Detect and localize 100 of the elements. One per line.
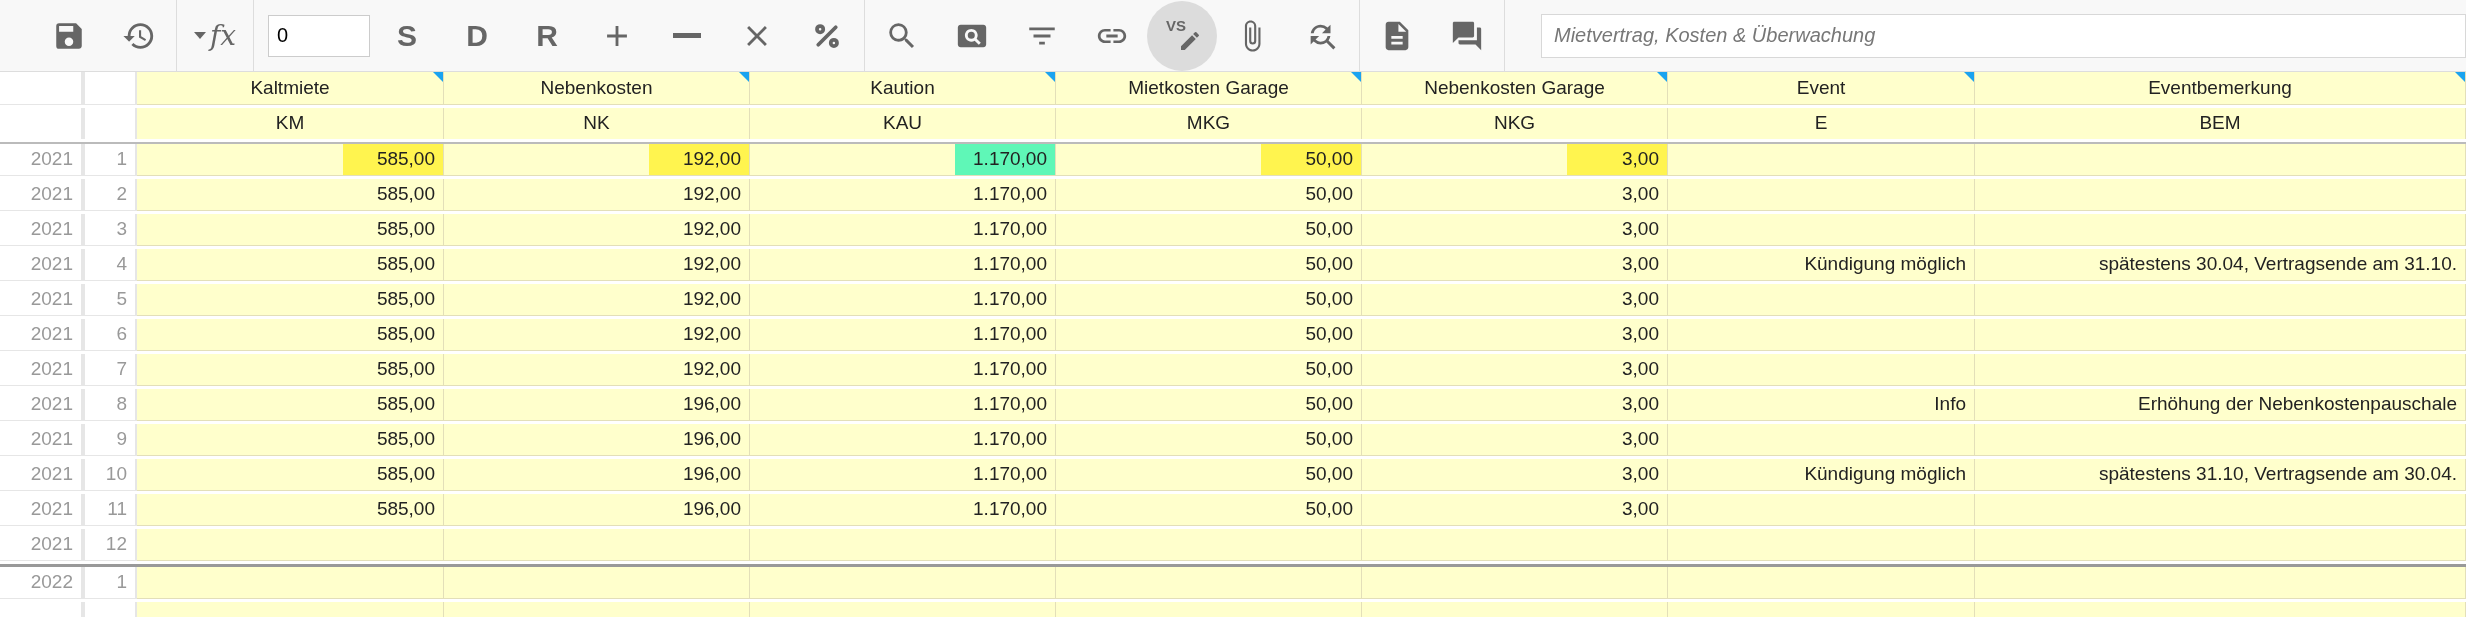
- table-cell[interactable]: 1.170,00: [750, 319, 1056, 352]
- table-cell[interactable]: 1.170,00: [750, 284, 1056, 317]
- table-cell[interactable]: 1.170,00: [750, 249, 1056, 282]
- table-cell[interactable]: 585,00: [137, 249, 444, 282]
- table-cell[interactable]: spätestens 30.04, Vertragsende am 31.10.: [1975, 249, 2466, 282]
- table-cell[interactable]: 50,00: [1056, 319, 1362, 352]
- search-field[interactable]: Mietvertrag, Kosten & Überwachung: [1541, 13, 2466, 58]
- table-cell[interactable]: 585,00: [137, 144, 444, 177]
- table-cell[interactable]: 3,00: [1362, 319, 1668, 352]
- table-cell[interactable]: 1.170,00: [750, 144, 1056, 177]
- formula-button[interactable]: fx: [179, 0, 251, 72]
- minus-icon: [673, 33, 701, 38]
- table-cell[interactable]: 192,00: [444, 249, 750, 282]
- table-cell[interactable]: 196,00: [444, 494, 750, 527]
- table-cell[interactable]: Info: [1668, 389, 1975, 422]
- letter-button[interactable]: R: [512, 0, 582, 72]
- table-cell[interactable]: 3,00: [1362, 284, 1668, 317]
- column-code: NKG: [1362, 108, 1668, 140]
- column-code: MKG: [1056, 108, 1362, 140]
- table-cell[interactable]: 192,00: [444, 214, 750, 247]
- table-cell[interactable]: 1.170,00: [750, 494, 1056, 527]
- column-code: BEM: [1975, 108, 2466, 140]
- table-cell[interactable]: 50,00: [1056, 389, 1362, 422]
- column-header[interactable]: Event: [1668, 72, 1975, 105]
- value-input-field[interactable]: 0: [268, 14, 370, 57]
- table-cell[interactable]: 3,00: [1362, 459, 1668, 492]
- highlighted-value: 585,00: [343, 144, 443, 176]
- column-code: KAU: [750, 108, 1056, 140]
- table-cell[interactable]: 3,00: [1362, 354, 1668, 387]
- column-header[interactable]: Nebenkosten: [444, 72, 750, 105]
- table-cell[interactable]: 192,00: [444, 179, 750, 212]
- table-cell[interactable]: 585,00: [137, 319, 444, 352]
- table-cell[interactable]: 50,00: [1056, 494, 1362, 527]
- table-cell[interactable]: 50,00: [1056, 354, 1362, 387]
- row-year: 2021: [0, 354, 85, 387]
- row-year: 2022: [0, 567, 85, 600]
- vs-edit-button[interactable]: VS: [1147, 0, 1217, 71]
- table-cell[interactable]: 50,00: [1056, 144, 1362, 177]
- column-header[interactable]: Nebenkosten Garage: [1362, 72, 1668, 105]
- row-year: 2021: [0, 494, 85, 527]
- row-year: 2021: [0, 249, 85, 282]
- row-year: 2021: [0, 144, 85, 177]
- table-cell[interactable]: 50,00: [1056, 459, 1362, 492]
- column-code: KM: [137, 108, 444, 140]
- table-cell[interactable]: 1.170,00: [750, 389, 1056, 422]
- table-cell[interactable]: 196,00: [444, 424, 750, 457]
- table-cell[interactable]: 585,00: [137, 494, 444, 527]
- table-cell[interactable]: 192,00: [444, 354, 750, 387]
- letter-button[interactable]: D: [442, 0, 512, 72]
- letter-button[interactable]: S: [372, 0, 442, 72]
- row-year: 2021: [0, 214, 85, 247]
- column-code: NK: [444, 108, 750, 140]
- highlighted-value: 1.170,00: [955, 144, 1055, 176]
- column-header[interactable]: Kaution: [750, 72, 1056, 105]
- table-cell[interactable]: 585,00: [137, 459, 444, 492]
- table-cell[interactable]: 1.170,00: [750, 424, 1056, 457]
- table-cell[interactable]: 196,00: [444, 389, 750, 422]
- table-cell[interactable]: 585,00: [137, 179, 444, 212]
- table-cell[interactable]: 1.170,00: [750, 214, 1056, 247]
- table-cell[interactable]: 3,00: [1362, 179, 1668, 212]
- table-cell[interactable]: 3,00: [1362, 389, 1668, 422]
- table-cell[interactable]: 1.170,00: [750, 354, 1056, 387]
- table-cell[interactable]: 192,00: [444, 319, 750, 352]
- table-cell[interactable]: 50,00: [1056, 249, 1362, 282]
- highlighted-value: 192,00: [649, 144, 749, 176]
- highlighted-value: 50,00: [1261, 144, 1361, 176]
- column-code: E: [1668, 108, 1975, 140]
- table-cell[interactable]: 3,00: [1362, 249, 1668, 282]
- table-cell[interactable]: 3,00: [1362, 424, 1668, 457]
- caret-icon: [193, 32, 206, 39]
- table-cell[interactable]: 585,00: [137, 389, 444, 422]
- table-cell[interactable]: 196,00: [444, 459, 750, 492]
- table-cell[interactable]: 3,00: [1362, 494, 1668, 527]
- table-cell[interactable]: Erhöhung der Nebenkostenpauschale: [1975, 389, 2466, 422]
- table-cell[interactable]: 585,00: [137, 354, 444, 387]
- column-header[interactable]: Kaltmiete: [137, 72, 444, 105]
- table-cell[interactable]: 1.170,00: [750, 459, 1056, 492]
- row-year: 2021: [0, 424, 85, 457]
- row-year: 2021: [0, 459, 85, 492]
- table-cell[interactable]: Kündigung möglich: [1668, 249, 1975, 282]
- row-year: 2021: [0, 389, 85, 422]
- column-header[interactable]: Mietkosten Garage: [1056, 72, 1362, 105]
- highlighted-value: 3,00: [1567, 144, 1667, 176]
- table-cell[interactable]: 50,00: [1056, 284, 1362, 317]
- column-header[interactable]: Eventbemerkung: [1975, 72, 2466, 105]
- table-cell[interactable]: 50,00: [1056, 179, 1362, 212]
- table-cell[interactable]: 1.170,00: [750, 179, 1056, 212]
- pencil-icon: [1178, 29, 1202, 53]
- table-cell[interactable]: spätestens 31.10, Vertragsende am 30.04.: [1975, 459, 2466, 492]
- row-year: 2021: [0, 179, 85, 212]
- table-cell[interactable]: 50,00: [1056, 424, 1362, 457]
- table-cell[interactable]: 585,00: [137, 284, 444, 317]
- table-cell[interactable]: 50,00: [1056, 214, 1362, 247]
- table-cell[interactable]: 192,00: [444, 284, 750, 317]
- table-cell[interactable]: 3,00: [1362, 144, 1668, 177]
- table-cell[interactable]: 585,00: [137, 214, 444, 247]
- table-cell[interactable]: Kündigung möglich: [1668, 459, 1975, 492]
- table-cell[interactable]: 585,00: [137, 424, 444, 457]
- table-cell[interactable]: 3,00: [1362, 214, 1668, 247]
- table-cell[interactable]: 192,00: [444, 144, 750, 177]
